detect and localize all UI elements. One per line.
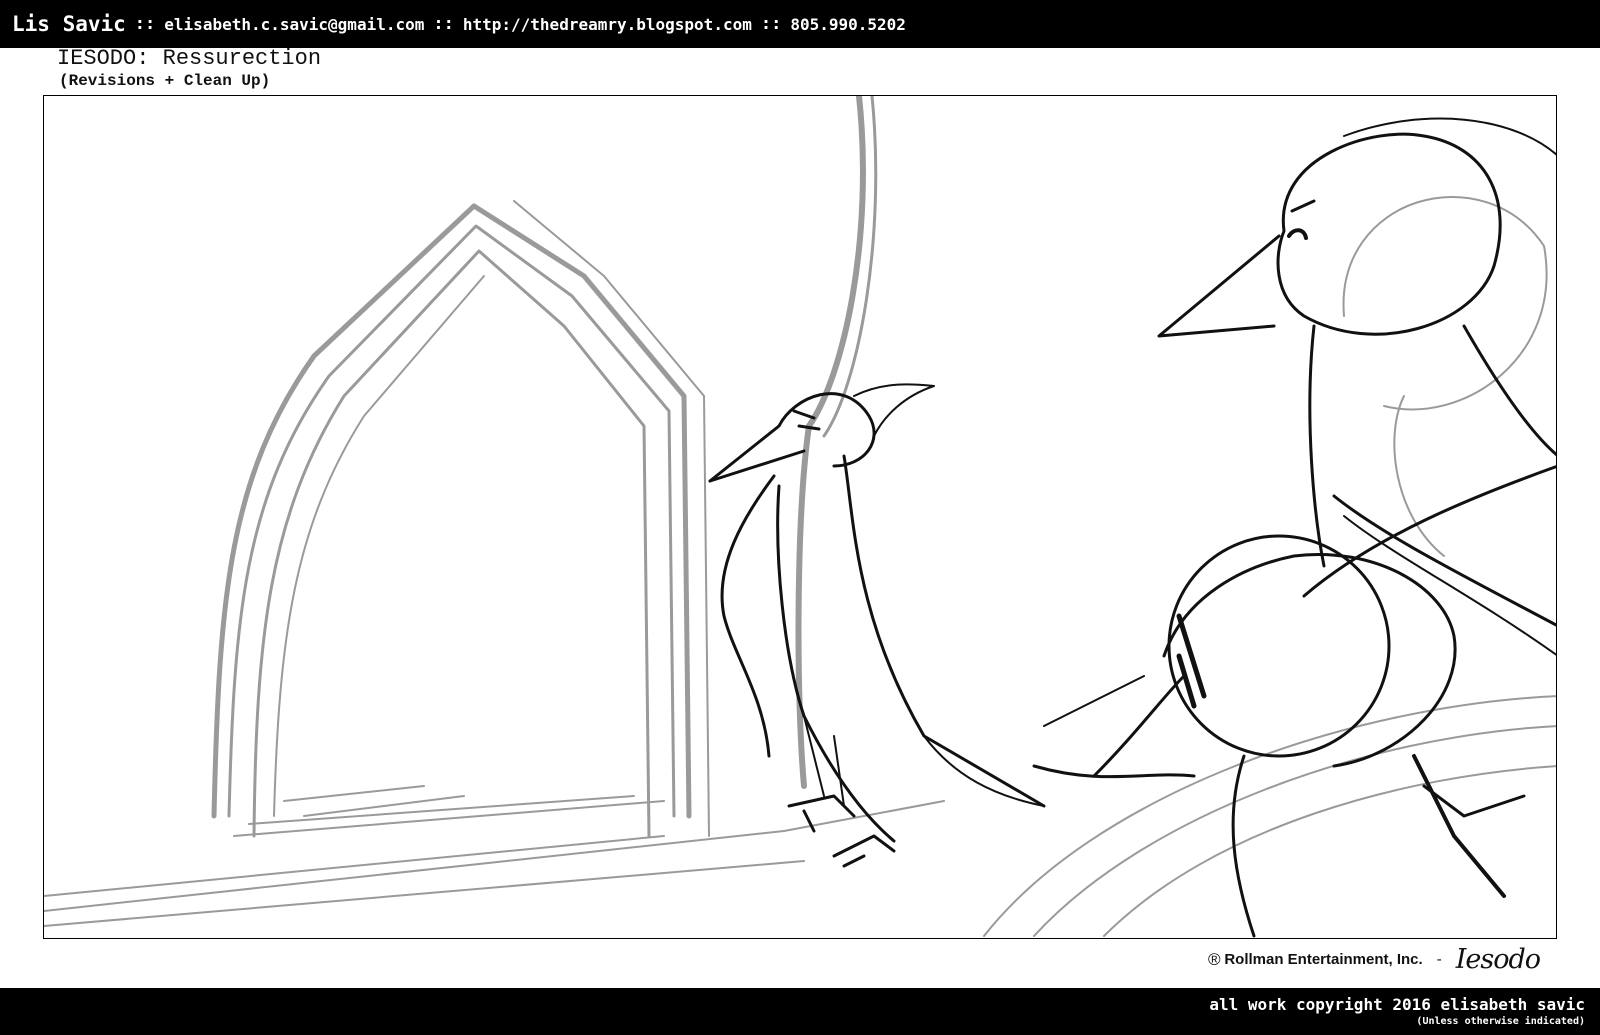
artist-name: Lis Savic: [12, 12, 126, 36]
credit-dash: -: [1436, 951, 1442, 968]
company-name: Rollman Entertainment, Inc.: [1224, 951, 1423, 968]
copyright-text: all work copyright 2016 elisabeth savic: [1209, 995, 1585, 1014]
website-link[interactable]: http://thedreamry.blogspot.com: [463, 15, 752, 34]
email-link[interactable]: elisabeth.c.savic@gmail.com: [164, 15, 424, 34]
header-bar: Lis Savic :: elisabeth.c.savic@gmail.com…: [0, 0, 1600, 48]
header-separator: ::: [760, 14, 782, 34]
iesodo-logo: Iesodo: [1455, 944, 1541, 975]
footer-bar: all work copyright 2016 elisabeth savic …: [0, 988, 1600, 1035]
storyboard-panel: [43, 95, 1557, 939]
copyright-note: (Unless otherwise indicated): [1416, 1016, 1585, 1027]
header-separator: ::: [134, 14, 156, 34]
studio-credit: ® Rollman Entertainment, Inc. - Iesodo: [1207, 944, 1541, 975]
registered-mark: ®: [1207, 949, 1221, 969]
background-sketch: [44, 96, 1556, 937]
storyboard-sketch: [44, 96, 1556, 938]
project-subtitle: (Revisions + Clean Up): [59, 72, 271, 90]
project-title: IESODO: Ressurection: [57, 46, 322, 71]
header-separator: ::: [433, 14, 454, 34]
phone-number: 805.990.5202: [790, 14, 906, 34]
